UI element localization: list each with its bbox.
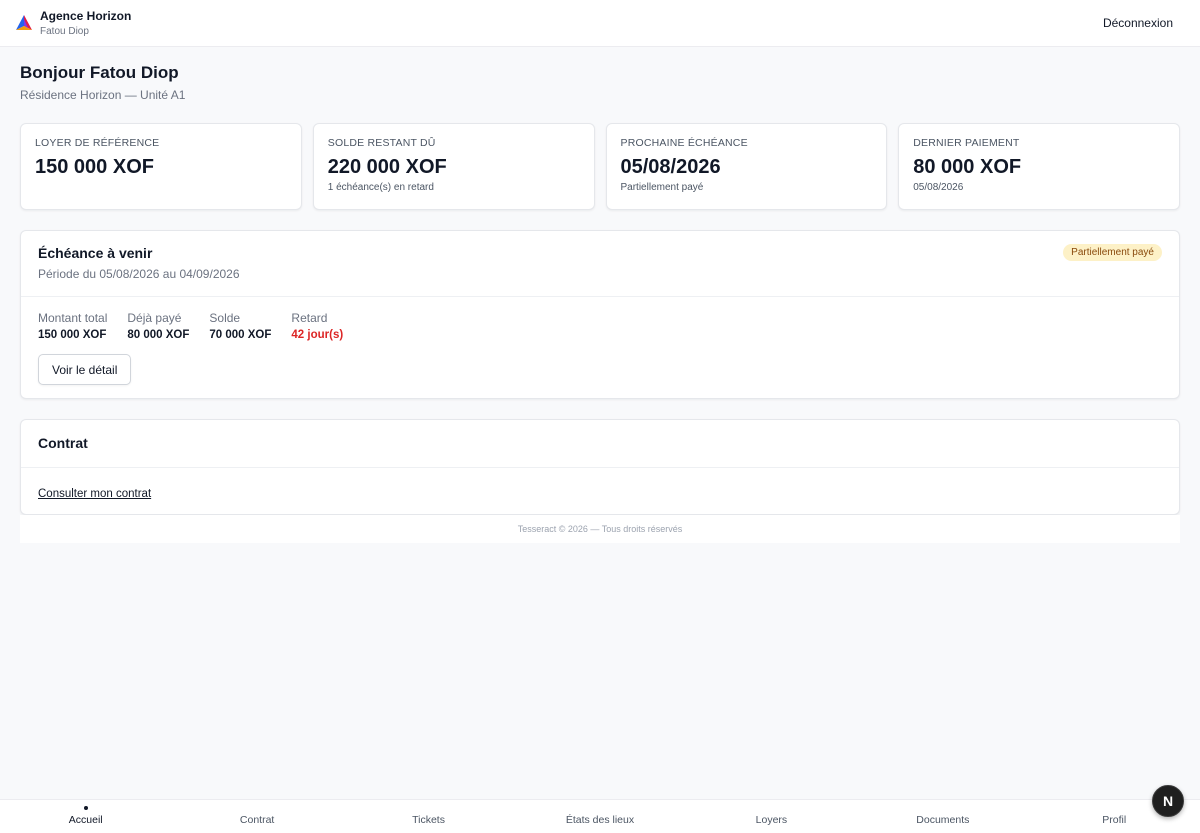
dev-tools-badge[interactable]: N (1152, 785, 1184, 817)
bottom-nav: Accueil Contrat Tickets États des lieux … (0, 799, 1200, 833)
nav-item-documents[interactable]: Documents (857, 800, 1028, 833)
brand-text: Agence Horizon Fatou Diop (40, 9, 131, 38)
amount-balance: Solde 70 000 XOF (209, 311, 271, 342)
amount-value: 80 000 XOF (127, 329, 190, 341)
footer-copyright: Tesseract © 2026 — Tous droits réservés (20, 515, 1180, 543)
view-detail-button[interactable]: Voir le détail (38, 354, 132, 385)
amount-delay: Retard 42 jour(s) (291, 311, 343, 342)
nav-item-tickets[interactable]: Tickets (343, 800, 514, 833)
upcoming-due-card: Échéance à venir Période du 05/08/2026 a… (20, 230, 1180, 399)
logout-button[interactable]: Déconnexion (1103, 16, 1173, 30)
view-contract-link[interactable]: Consulter mon contrat (38, 488, 151, 500)
contract-card: Contrat Consulter mon contrat (20, 419, 1180, 515)
stat-sub: Partiellement payé (620, 182, 704, 193)
nav-item-loyers[interactable]: Loyers (686, 800, 857, 833)
due-card-title: Échéance à venir (38, 245, 153, 261)
nav-item-accueil[interactable]: Accueil (0, 800, 171, 833)
amounts-row: Montant total 150 000 XOF Déjà payé 80 0… (38, 311, 1162, 342)
status-badge: Partiellement payé (1063, 244, 1162, 261)
contract-card-header: Contrat (21, 420, 1179, 468)
main-content: Bonjour Fatou Diop Résidence Horizon — U… (20, 47, 1180, 543)
nav-item-label: Contrat (239, 814, 275, 826)
stat-label: SOLDE RESTANT DÛ (327, 137, 436, 149)
stat-card-reference-rent: LOYER DE RÉFÉRENCE 150 000 XOF (20, 123, 302, 210)
nav-item-label: Profil (1102, 814, 1127, 826)
active-indicator (83, 806, 88, 810)
nav-item-label: Tickets (412, 814, 445, 826)
due-card-header: Échéance à venir Période du 05/08/2026 a… (21, 231, 1179, 297)
stats-row: LOYER DE RÉFÉRENCE 150 000 XOF SOLDE RES… (20, 123, 1180, 210)
stat-value: 150 000 XOF (35, 156, 154, 178)
due-card-body: Montant total 150 000 XOF Déjà payé 80 0… (21, 297, 1179, 385)
amount-label: Montant total (38, 311, 108, 325)
top-bar: Agence Horizon Fatou Diop Déconnexion (0, 0, 1200, 47)
page-title: Bonjour Fatou Diop (20, 63, 179, 82)
amount-total: Montant total 150 000 XOF (38, 311, 107, 342)
stat-value: 80 000 XOF (913, 156, 1022, 178)
stat-card-next-due: PROCHAINE ÉCHÉANCE 05/08/2026 Partiellem… (605, 123, 888, 210)
brand-name: Agence Horizon (40, 8, 132, 23)
amount-value: 150 000 XOF (38, 329, 107, 341)
brand-user-name: Fatou Diop (40, 25, 89, 37)
nav-item-etats-des-lieux[interactable]: États des lieux (514, 800, 685, 833)
stat-card-last-payment: DERNIER PAIEMENT 80 000 XOF 05/08/2026 (898, 123, 1180, 210)
stat-sub: 1 échéance(s) en retard (327, 182, 434, 193)
stat-label: PROCHAINE ÉCHÉANCE (620, 137, 748, 149)
agency-logo-icon (16, 15, 32, 30)
nav-item-label: Loyers (755, 814, 788, 826)
stat-card-balance-due: SOLDE RESTANT DÛ 220 000 XOF 1 échéance(… (312, 123, 595, 210)
stat-sub: 05/08/2026 (913, 182, 964, 193)
nav-item-label: Accueil (68, 814, 103, 826)
contract-card-title: Contrat (38, 435, 88, 451)
contract-card-body: Consulter mon contrat (21, 468, 1179, 502)
due-period: Période du 05/08/2026 au 04/09/2026 (38, 267, 240, 281)
brand[interactable]: Agence Horizon Fatou Diop (14, 9, 131, 38)
stat-label: LOYER DE RÉFÉRENCE (35, 137, 160, 149)
amount-label: Déjà payé (127, 311, 182, 325)
amount-paid: Déjà payé 80 000 XOF (127, 311, 189, 342)
nav-item-label: États des lieux (565, 814, 635, 826)
stat-label: DERNIER PAIEMENT (913, 137, 1020, 149)
amount-label: Retard (291, 311, 328, 325)
nav-item-contrat[interactable]: Contrat (171, 800, 342, 833)
stat-value: 05/08/2026 (620, 156, 721, 178)
nav-item-label: Documents (916, 814, 970, 826)
stat-value: 220 000 XOF (327, 156, 447, 178)
amount-value: 70 000 XOF (209, 329, 272, 341)
residence-subtitle: Résidence Horizon — Unité A1 (20, 88, 186, 102)
amount-label: Solde (209, 311, 241, 325)
amount-value-late: 42 jour(s) (291, 329, 344, 341)
